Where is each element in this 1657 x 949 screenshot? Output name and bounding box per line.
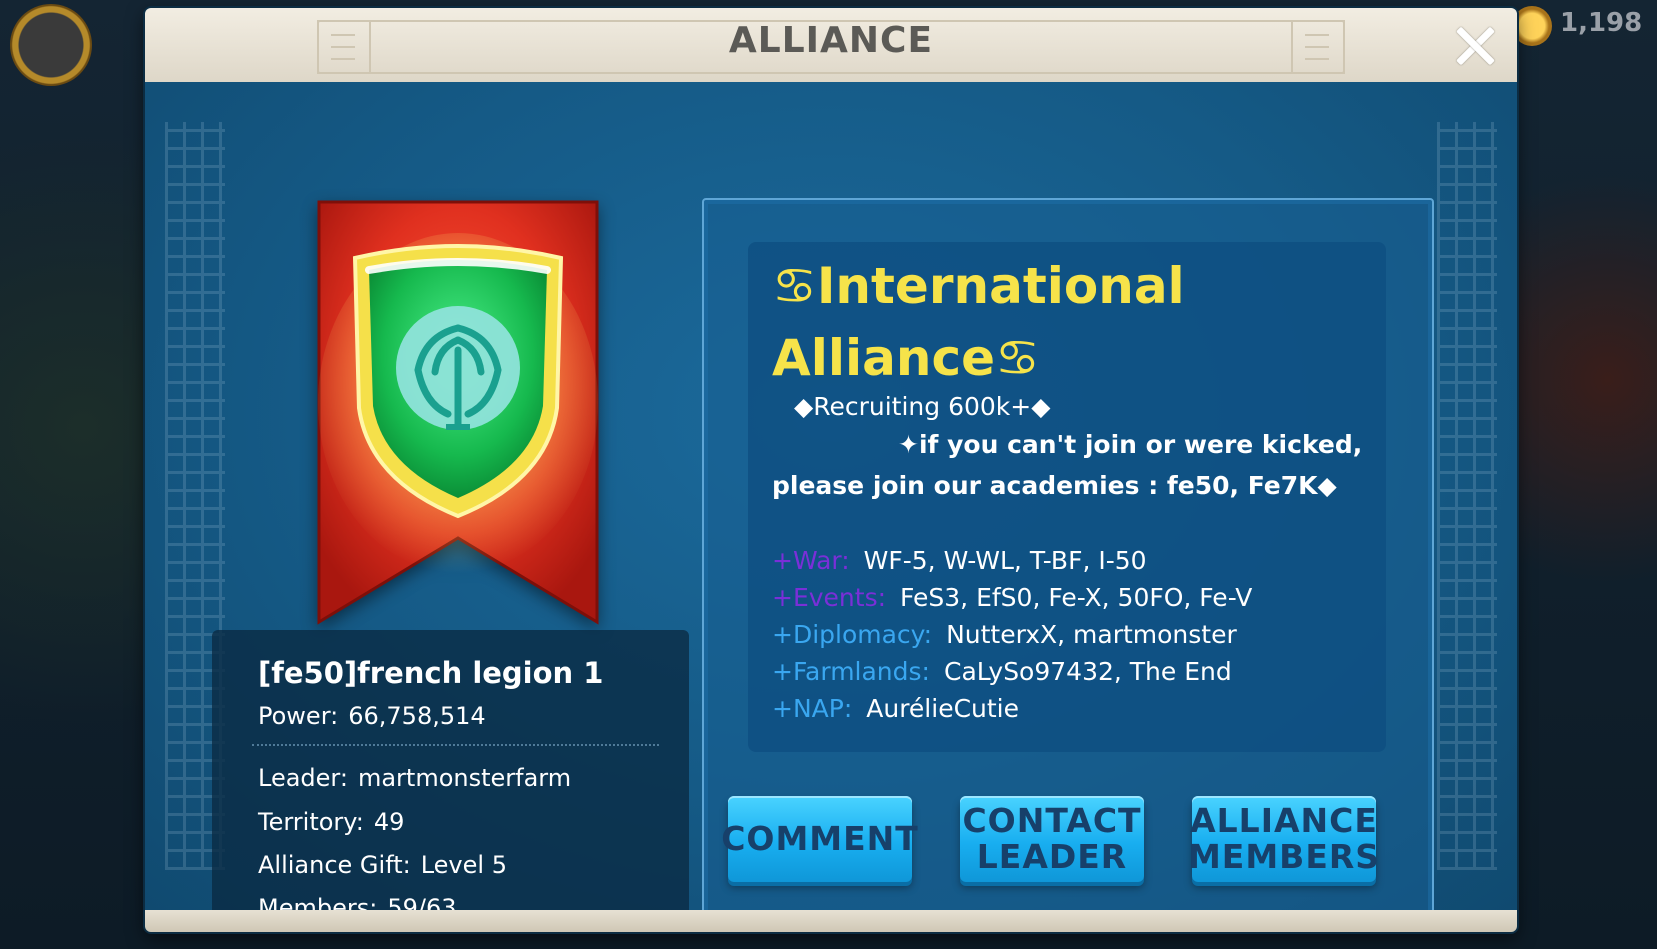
kicked-line-1: ✦if you can't join or were kicked, (898, 430, 1363, 459)
title-line-2: Alliance♋ (772, 329, 1040, 387)
tag-label: +Events: (772, 583, 887, 612)
tag-label: +Farmlands: (772, 657, 930, 686)
description-box: ♋International Alliance♋ ◆Recruiting 600… (748, 242, 1386, 752)
comment-button[interactable]: COMMENT (721, 796, 918, 882)
contact-leader-button[interactable]: CONTACT LEADER (960, 796, 1144, 882)
alliance-motto-title: ♋International Alliance♋ (772, 250, 1372, 394)
dialog-body: [fe50]french legion 1 Power: 66,758,514 L… (145, 82, 1517, 932)
description-frame: ♋International Alliance♋ ◆Recruiting 600… (702, 198, 1434, 932)
dialog-bottom-rail (145, 910, 1517, 932)
alliance-members-button-label: ALLIANCE MEMBERS (1187, 801, 1381, 876)
player-avatar (10, 4, 92, 86)
alliance-members-button[interactable]: ALLIANCE MEMBERS (1188, 796, 1379, 882)
tag-row: +Farmlands: CaLySo97432, The End (772, 657, 1232, 686)
territory-row: Territory: 49 (258, 808, 404, 836)
leader-row: Leader: martmonsterfarm (258, 764, 571, 792)
tag-label: +War: (772, 546, 850, 575)
contact-leader-button-label: CONTACT LEADER (962, 801, 1142, 876)
close-icon[interactable] (1453, 24, 1497, 68)
dialog-title-bar: ALLIANCE (145, 8, 1517, 85)
alliance-name: [fe50]french legion 1 (258, 656, 604, 690)
leader-label: Leader: (258, 764, 348, 792)
currency-amount: 1,198 (1560, 8, 1643, 38)
gift-value: Level 5 (420, 851, 507, 879)
alliance-info-panel: [fe50]french legion 1 Power: 66,758,514 L… (212, 630, 689, 932)
tag-label: +Diplomacy: (772, 620, 933, 649)
divider (252, 744, 659, 746)
alliance-banner[interactable] (313, 198, 603, 630)
territory-value: 49 (373, 808, 405, 836)
tag-value: FeS3, EfS0, Fe-X, 50FO, Fe-V (900, 583, 1253, 612)
kicked-line-2: please join our academies : fe50, Fe7K◆ (772, 471, 1337, 500)
dialog-title: ALLIANCE (728, 20, 934, 61)
tag-row: +NAP: AurélieCutie (772, 694, 1019, 723)
gift-label: Alliance Gift: (258, 851, 411, 879)
leader-value: martmonsterfarm (357, 764, 572, 792)
tag-value: NutterxX, martmonster (946, 620, 1237, 649)
comment-button-label: COMMENT (721, 819, 919, 858)
banner-flag (317, 200, 599, 625)
title-line-1: ♋International (772, 257, 1185, 315)
tag-row: +War: WF-5, W-WL, T-BF, I-50 (772, 546, 1147, 575)
tag-value: CaLySo97432, The End (943, 657, 1232, 686)
tag-value: AurélieCutie (866, 694, 1020, 723)
power-label: Power: (258, 702, 339, 730)
tag-value: WF-5, W-WL, T-BF, I-50 (863, 546, 1147, 575)
alliance-dialog: ALLIANCE [fe50]french legion 1 Power: 66… (145, 8, 1517, 932)
tag-row: +Events: FeS3, EfS0, Fe-X, 50FO, Fe-V (772, 583, 1252, 612)
gift-row: Alliance Gift: Level 5 (258, 851, 507, 879)
recruiting-line: ◆Recruiting 600k+◆ (794, 392, 1051, 421)
meander-pattern (1437, 122, 1497, 870)
tag-label: +NAP: (772, 694, 853, 723)
coin-icon (1512, 6, 1552, 46)
power-value: 66,758,514 (348, 702, 486, 730)
territory-label: Territory: (258, 808, 364, 836)
power-row: Power: 66,758,514 (258, 702, 486, 730)
tag-row: +Diplomacy: NutterxX, martmonster (772, 620, 1237, 649)
